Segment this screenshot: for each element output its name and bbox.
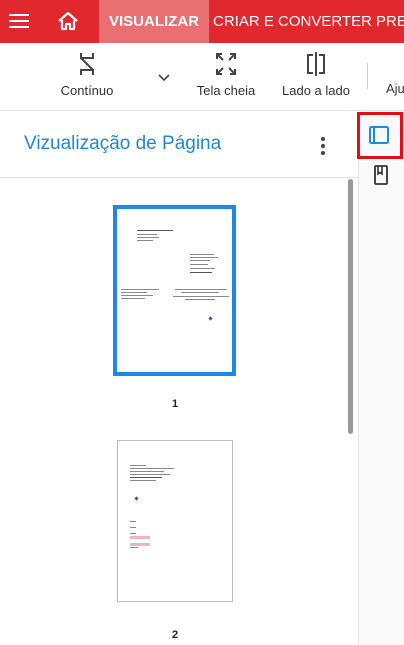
tab-criar-e-converter[interactable]: CRIAR E CONVERTER bbox=[213, 0, 372, 43]
page-thumbnails-list[interactable]: 1 2 bbox=[0, 179, 358, 645]
side-by-side-button[interactable]: Lado a lado bbox=[281, 51, 351, 98]
view-toolbar: Contínuo Tela cheia Lado a lado Aju bbox=[0, 43, 404, 111]
page-view-panel-header: Vizualização de Página bbox=[0, 112, 358, 178]
page-thumbnails-button[interactable] bbox=[357, 112, 403, 159]
continuous-scroll-icon bbox=[80, 53, 94, 75]
help-button[interactable]: Aju bbox=[386, 81, 404, 96]
help-label: Aju bbox=[386, 81, 404, 96]
home-icon[interactable] bbox=[56, 10, 80, 32]
page-number-2: 2 bbox=[171, 629, 179, 641]
page-thumbnail-2[interactable] bbox=[117, 440, 233, 602]
side-by-side-label: Lado a lado bbox=[282, 83, 350, 98]
fullscreen-label: Tela cheia bbox=[196, 83, 256, 98]
continuous-label: Contínuo bbox=[60, 83, 114, 98]
tab-pre[interactable]: PRE bbox=[376, 0, 404, 43]
tab-visualizar[interactable]: VISUALIZAR bbox=[99, 0, 209, 43]
panel-title: Vizualização de Página bbox=[24, 133, 222, 154]
fullscreen-icon bbox=[216, 53, 236, 75]
side-by-side-icon bbox=[307, 52, 325, 76]
bookmark-icon bbox=[374, 165, 388, 185]
toolbar-divider bbox=[367, 63, 368, 89]
fullscreen-button[interactable]: Tela cheia bbox=[194, 51, 258, 98]
page-number-1: 1 bbox=[171, 398, 179, 410]
page-thumbnail-1[interactable] bbox=[113, 205, 236, 376]
top-ribbon: VISUALIZAR CRIAR E CONVERTER PRE bbox=[0, 0, 404, 43]
more-options-icon[interactable] bbox=[318, 137, 328, 155]
continuous-button[interactable]: Contínuo bbox=[58, 51, 116, 98]
page-thumbnails-icon bbox=[369, 126, 389, 144]
chevron-down-icon[interactable] bbox=[158, 69, 170, 87]
side-rail bbox=[357, 112, 404, 645]
thumbnails-scrollbar[interactable] bbox=[348, 179, 353, 434]
hamburger-menu-icon[interactable] bbox=[8, 11, 30, 31]
bookmark-button[interactable] bbox=[367, 162, 395, 190]
